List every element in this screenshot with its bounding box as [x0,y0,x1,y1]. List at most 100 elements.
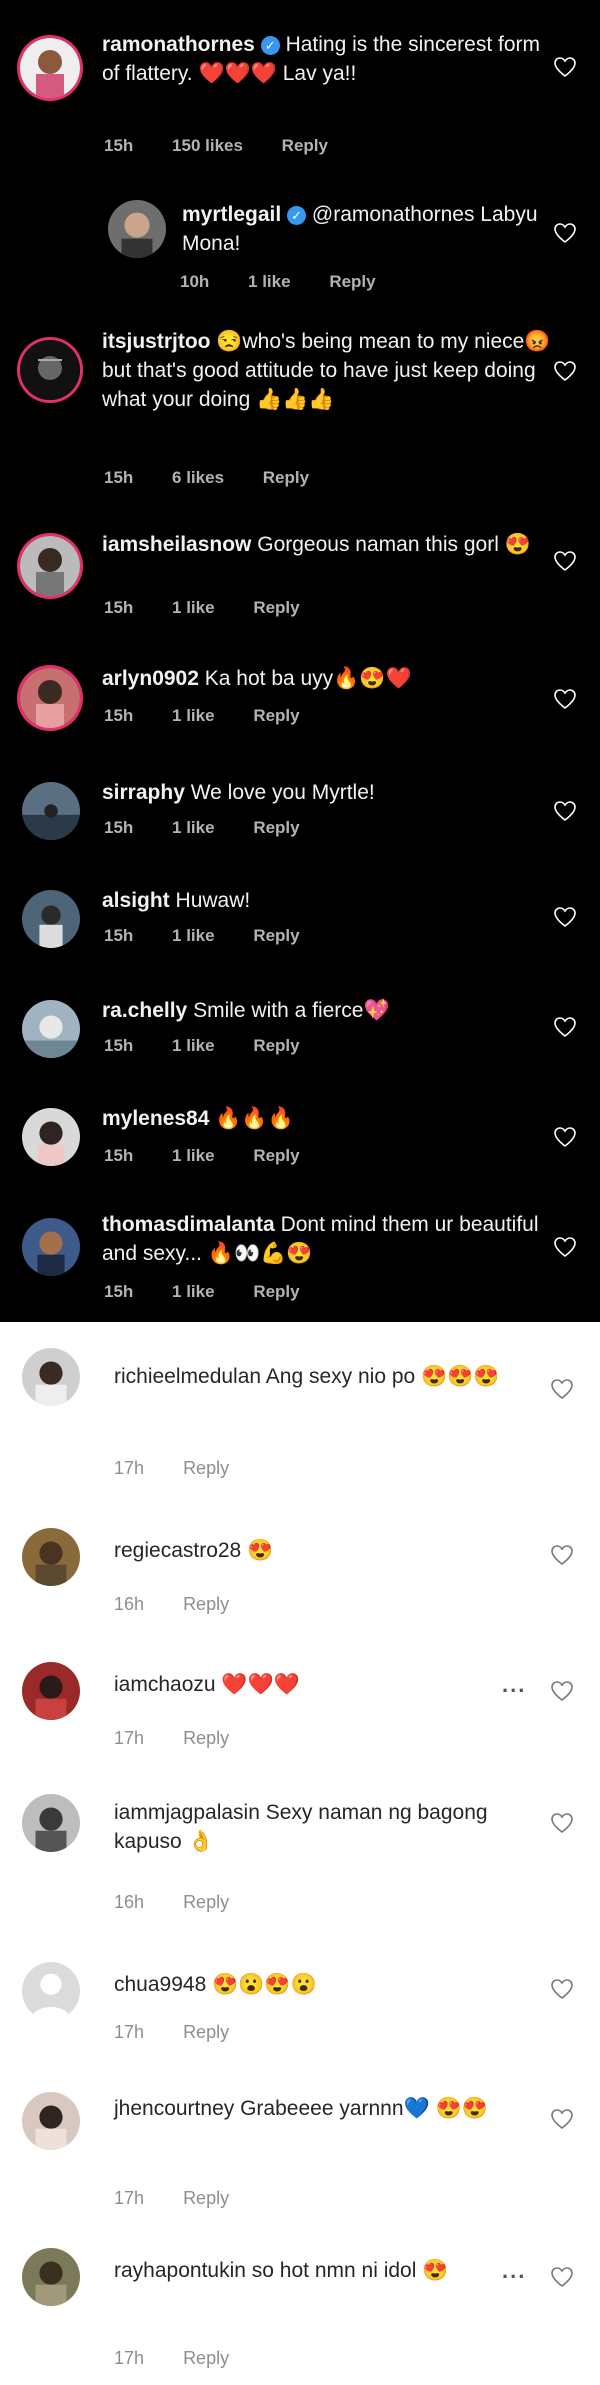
like-heart-icon[interactable] [553,550,577,572]
like-heart-icon[interactable] [553,1236,577,1258]
reply-button[interactable]: Reply [183,2022,229,2042]
reply-button[interactable]: Reply [183,1594,229,1614]
avatar[interactable] [22,1348,80,1406]
avatar-image [22,2248,80,2306]
like-heart-icon[interactable] [550,2266,574,2288]
more-options-button[interactable]: ... [502,1672,526,1698]
comment-likes[interactable]: 1 like [172,598,215,617]
reply-button[interactable]: Reply [253,706,299,725]
comment-likes[interactable]: 1 like [172,1146,215,1165]
reply-button[interactable]: Reply [183,2348,229,2368]
reply-button[interactable]: Reply [183,2188,229,2208]
comment-username[interactable]: chua9948 [114,1973,206,1996]
like-heart-icon[interactable] [550,2108,574,2130]
comment-likes[interactable]: 1 like [172,818,215,837]
avatar[interactable] [20,536,80,596]
comment-meta: 15h 1 like Reply [104,1282,334,1302]
avatar[interactable] [22,1794,80,1852]
avatar[interactable] [108,200,166,258]
comment-username[interactable]: ra.chelly [102,999,187,1022]
comment-username[interactable]: regiecastro28 [114,1539,241,1562]
avatar[interactable] [20,668,80,728]
comment-text: 😍 [247,1539,274,1562]
comment-likes[interactable]: 1 like [172,706,215,725]
comment-text: Smile with a fierce💖 [193,999,390,1022]
like-heart-icon[interactable] [553,222,577,244]
comment-username[interactable]: arlyn0902 [102,667,199,690]
comment-meta: 17h Reply [114,1458,263,1479]
like-heart-icon[interactable] [553,360,577,382]
comment-meta: 17h Reply [114,2348,263,2369]
reply-button[interactable]: Reply [329,272,375,291]
comment-username[interactable]: myrtlegail [182,203,281,226]
comment-username[interactable]: itsjustrjtoo [102,330,211,353]
reply-button[interactable]: Reply [183,1728,229,1748]
comment-text: 😍😮😍😮 [212,1973,317,1996]
like-heart-icon[interactable] [550,1978,574,2000]
comment-username[interactable]: thomasdimalanta [102,1213,275,1236]
reply-button[interactable]: Reply [253,926,299,945]
like-heart-icon[interactable] [553,56,577,78]
avatar-image [22,1108,80,1166]
comment-username[interactable]: mylenes84 [102,1107,209,1130]
comment-time: 17h [114,2188,145,2208]
comment-likes[interactable]: 1 like [172,1282,215,1301]
comment-username[interactable]: ramonathornes [102,33,255,56]
comment-username[interactable]: alsight [102,889,170,912]
reply-button[interactable]: Reply [253,1146,299,1165]
avatar[interactable] [22,890,80,948]
comment-likes[interactable]: 1 like [172,1036,215,1055]
like-heart-icon[interactable] [553,688,577,710]
avatar[interactable] [22,782,80,840]
like-heart-icon[interactable] [553,800,577,822]
comment-username[interactable]: iamsheilasnow [102,533,251,556]
avatar-image [22,782,80,840]
like-heart-icon[interactable] [553,906,577,928]
like-heart-icon[interactable] [550,1812,574,1834]
like-heart-icon[interactable] [553,1016,577,1038]
reply-button[interactable]: Reply [253,818,299,837]
comment-text: Gorgeous naman this gorl 😍 [257,533,531,556]
avatar[interactable] [20,340,80,400]
comment-body: ramonathornes ✓ Hating is the sincerest … [102,30,542,88]
reply-button[interactable]: Reply [253,1282,299,1301]
like-heart-icon[interactable] [553,1126,577,1148]
avatar[interactable] [22,2248,80,2306]
reply-button[interactable]: Reply [263,468,309,487]
like-heart-icon[interactable] [550,1378,574,1400]
avatar[interactable] [22,1962,80,2020]
comment-likes[interactable]: 6 likes [172,468,224,487]
comment-likes[interactable]: 1 like [248,272,291,291]
comment-likes[interactable]: 150 likes [172,136,243,155]
reply-button[interactable]: Reply [282,136,328,155]
avatar-image [20,38,80,98]
comment-body: itsjustrjtoo 😒who's being mean to my nie… [102,327,552,414]
comment-meta: 15h 150 likes Reply [104,136,362,156]
avatar[interactable] [22,1108,80,1166]
comment-time: 15h [104,1282,134,1301]
comment-meta: 17h Reply [114,2188,263,2209]
light-comments-section: richieelmedulan Ang sexy nio po 😍😍😍 17h … [0,1322,600,2385]
avatar[interactable] [22,2092,80,2150]
like-heart-icon[interactable] [550,1544,574,1566]
avatar[interactable] [22,1218,80,1276]
comment-text: Ka hot ba uyy🔥😍❤️ [204,667,412,690]
more-options-button[interactable]: ... [502,2258,526,2284]
comment-likes[interactable]: 1 like [172,926,215,945]
avatar[interactable] [22,1662,80,1720]
reply-button[interactable]: Reply [183,1458,229,1478]
comment-username[interactable]: iammjagpalasin [114,1801,260,1824]
like-heart-icon[interactable] [550,1680,574,1702]
comment-time: 15h [104,598,134,617]
comment-username[interactable]: richieelmedulan [114,1365,261,1388]
comment-username[interactable]: iamchaozu [114,1673,216,1696]
avatar[interactable] [22,1000,80,1058]
reply-button[interactable]: Reply [183,1892,229,1912]
reply-button[interactable]: Reply [253,1036,299,1055]
avatar[interactable] [20,38,80,98]
comment-username[interactable]: jhencourtney [114,2097,234,2120]
reply-button[interactable]: Reply [253,598,299,617]
comment-username[interactable]: sirraphy [102,781,185,804]
avatar[interactable] [22,1528,80,1586]
comment-username[interactable]: rayhapontukin [114,2259,246,2282]
